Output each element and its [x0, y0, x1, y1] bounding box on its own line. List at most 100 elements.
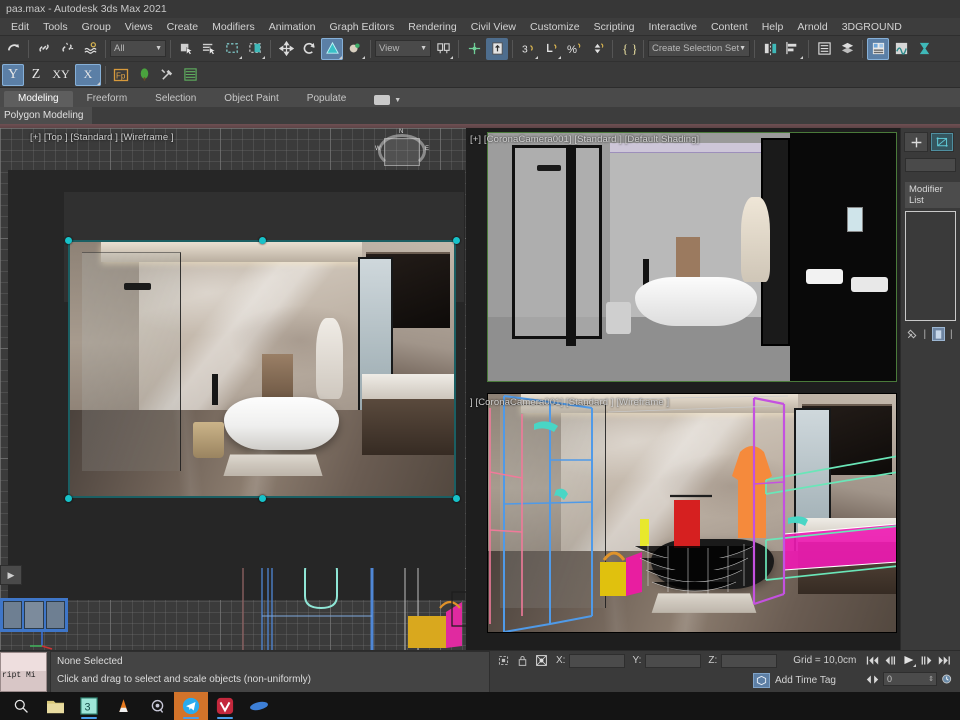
taskbar-app-3dsmax-icon[interactable]: 3 — [72, 692, 106, 720]
edit-named-selection-sets-icon[interactable] — [586, 38, 608, 60]
window-crossing-toggle-icon[interactable] — [244, 38, 266, 60]
unlink-selection-icon[interactable] — [56, 38, 78, 60]
bind-to-space-warp-icon[interactable] — [79, 38, 101, 60]
restrict-plane-cycle-button[interactable]: X — [75, 63, 101, 86]
selected-image-plane[interactable] — [68, 240, 456, 498]
menu-item-scripting[interactable]: Scripting — [587, 20, 642, 34]
selection-handle[interactable] — [453, 495, 460, 502]
restrict-to-y-button[interactable]: Y — [2, 63, 24, 86]
menu-item-arnold[interactable]: Arnold — [790, 20, 834, 34]
mini-listener[interactable]: ript Mi — [0, 652, 47, 692]
curve-editor-icon[interactable] — [890, 38, 912, 60]
time-configuration-icon[interactable] — [939, 671, 956, 687]
lock-selection-icon[interactable] — [515, 653, 530, 668]
viewport-camera-shaded[interactable] — [487, 132, 897, 382]
key-mode-toggle-icon[interactable] — [864, 671, 881, 687]
ribbon-tab-modeling[interactable]: Modeling — [4, 91, 73, 107]
select-object-icon[interactable] — [175, 38, 197, 60]
show-end-result-icon[interactable] — [931, 327, 945, 341]
angle-snap-toggle-icon[interactable]: 3 — [517, 38, 539, 60]
menu-item-group[interactable]: Group — [75, 20, 118, 34]
menu-item-modifiers[interactable]: Modifiers — [205, 20, 262, 34]
menu-item-content[interactable]: Content — [704, 20, 755, 34]
ribbon-tab-object-paint[interactable]: Object Paint — [210, 91, 292, 107]
percent-snap-toggle-icon[interactable] — [540, 38, 562, 60]
rectangular-selection-region-icon[interactable] — [221, 38, 243, 60]
select-and-link-icon[interactable] — [33, 38, 55, 60]
spreadsheet-icon[interactable] — [179, 64, 201, 86]
align-icon[interactable] — [782, 38, 804, 60]
taskbar-app-purple-icon[interactable] — [140, 692, 174, 720]
menu-item-customize[interactable]: Customize — [523, 20, 587, 34]
create-tab-icon[interactable] — [904, 132, 928, 152]
menu-item-interactive[interactable]: Interactive — [641, 20, 703, 34]
mirror-icon[interactable]: { } — [617, 38, 639, 60]
menu-item-edit[interactable]: Edit — [4, 20, 36, 34]
ribbon-tab-selection[interactable]: Selection — [141, 91, 210, 107]
viewport-top[interactable]: N W E [+] [Top ] [Standard ] [Wireframe … — [0, 128, 466, 650]
select-and-place-icon[interactable] — [344, 38, 366, 60]
menu-item-3dground[interactable]: 3DGROUND — [835, 20, 909, 34]
select-and-manipulate-icon[interactable] — [463, 38, 485, 60]
ribbon-tab-freeform[interactable]: Freeform — [73, 91, 142, 107]
select-and-scale-icon[interactable] — [321, 37, 343, 60]
menu-item-graph-editors[interactable]: Graph Editors — [322, 20, 401, 34]
restrict-to-z-button[interactable]: Z — [25, 64, 47, 86]
pin-stack-icon[interactable] — [906, 327, 918, 341]
viewport-camera-wireframe-label[interactable]: ] [CoronaCamera001] [Standard ] [Wirefra… — [470, 397, 669, 408]
reference-coordinate-dropdown[interactable]: View ▼ — [375, 40, 431, 57]
modify-tab-icon[interactable] — [930, 132, 954, 152]
add-time-tag-label[interactable]: Add Time Tag — [775, 675, 836, 686]
select-and-rotate-icon[interactable] — [298, 38, 320, 60]
menu-item-animation[interactable]: Animation — [262, 20, 323, 34]
select-and-move-icon[interactable] — [275, 38, 297, 60]
next-frame-icon[interactable] — [918, 652, 935, 668]
selection-lock-region-icon[interactable] — [496, 653, 511, 668]
modifier-stack-list[interactable] — [905, 211, 956, 321]
selection-handle[interactable] — [65, 495, 72, 502]
named-selection-sets-dropdown[interactable]: Create Selection Set ▼ — [648, 40, 751, 57]
tree-object-icon[interactable] — [133, 64, 155, 86]
select-by-name-icon[interactable] — [198, 38, 220, 60]
viewport-camera-shaded-label[interactable]: [+] [CoronaCamera001] [Standard ] [Defau… — [470, 134, 699, 145]
spinner-icon[interactable]: ⇕ — [928, 673, 936, 686]
ribbon-tab-populate[interactable]: Populate — [293, 91, 360, 107]
spinner-snap-toggle-icon[interactable]: % — [563, 38, 585, 60]
snaps-toggle-icon[interactable] — [486, 37, 508, 60]
viewport-flyout-arrow-icon[interactable]: ▶ — [0, 565, 22, 585]
taskbar-vivaldi-icon[interactable] — [208, 692, 242, 720]
viewport-thumbnail-swatches[interactable] — [0, 598, 68, 632]
menu-item-rendering[interactable]: Rendering — [401, 20, 463, 34]
layer-explorer-icon[interactable] — [813, 38, 835, 60]
object-name-field[interactable] — [905, 158, 956, 172]
selection-handle[interactable] — [259, 237, 266, 244]
previous-frame-icon[interactable] — [882, 652, 899, 668]
render-setup-icon[interactable] — [913, 38, 935, 60]
redo-icon[interactable] — [2, 38, 24, 60]
current-frame-field[interactable]: 0 ⇕ — [883, 672, 937, 686]
selection-filter-dropdown[interactable]: All ▼ — [110, 40, 166, 57]
taskbar-app-blue-pill-icon[interactable] — [242, 692, 276, 720]
menu-item-civil-view[interactable]: Civil View — [464, 20, 523, 34]
viewport-camera-wireframe[interactable] — [487, 393, 897, 633]
scene-explorer-icon[interactable] — [836, 38, 858, 60]
mirror-tool-icon[interactable] — [759, 38, 781, 60]
taskbar-telegram-icon[interactable] — [174, 692, 208, 720]
go-to-end-icon[interactable] — [936, 652, 953, 668]
selection-handle[interactable] — [65, 237, 72, 244]
x-field[interactable] — [569, 653, 626, 668]
viewport-top-label[interactable]: [+] [Top ] [Standard ] [Wireframe ] — [30, 132, 174, 143]
chevron-down-icon[interactable]: ▼ — [394, 97, 401, 104]
menu-item-views[interactable]: Views — [118, 20, 160, 34]
material-editor-icon[interactable] — [867, 37, 890, 60]
time-tag-icon[interactable] — [753, 673, 770, 688]
absolute-relative-mode-icon[interactable] — [534, 653, 549, 668]
taskbar-search-icon[interactable] — [4, 692, 38, 720]
utilities-tools-icon[interactable] — [156, 64, 178, 86]
ribbon-minimize-icon[interactable] — [374, 95, 391, 105]
selection-handle[interactable] — [259, 495, 266, 502]
restrict-to-xy-button[interactable]: XY — [48, 64, 74, 86]
named-selection-fp-icon[interactable]: Fp — [110, 64, 132, 86]
y-field[interactable] — [645, 653, 702, 668]
menu-item-help[interactable]: Help — [755, 20, 791, 34]
